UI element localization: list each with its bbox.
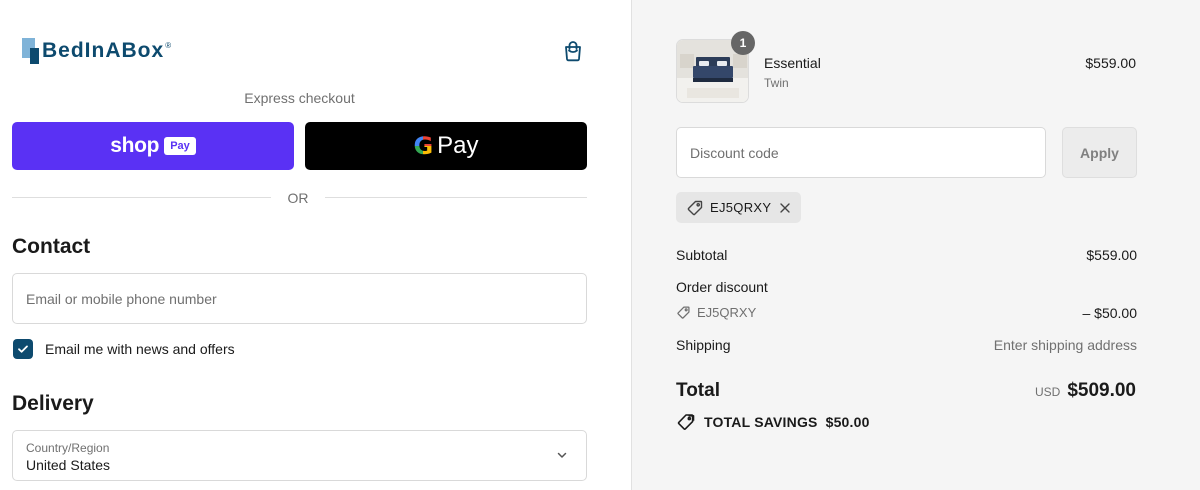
newsletter-checkbox[interactable] [13,339,33,359]
shop-pay-wordmark: shop [110,134,160,157]
product-price: $559.00 [1085,55,1136,71]
checkout-page: BedInABox ® Express checkout shop Pay G … [0,0,1200,490]
google-g-icon: G [413,132,434,160]
quantity-badge: 1 [731,31,755,55]
delivery-heading: Delivery [12,392,94,415]
order-discount-code-tag: EJ5QRXY [676,305,1137,320]
or-divider-text: OR [287,190,309,206]
contact-heading: Contact [12,235,91,258]
total-label: Total [676,380,720,401]
discount-code-input[interactable] [690,128,1032,177]
shipping-value: Enter shipping address [993,337,1137,353]
order-discount-row: Order discount [676,279,1137,295]
order-discount-value: – $50.00 [1082,305,1138,321]
tag-icon [677,306,690,319]
google-pay-label: Pay [437,132,479,159]
country-select[interactable]: Country/Region United States [12,430,587,481]
country-label: Country/Region [26,441,110,455]
savings-label: TOTAL SAVINGS [704,414,818,430]
total-currency: USD [1034,385,1061,399]
subtotal-label: Subtotal [676,247,728,263]
newsletter-label[interactable]: Email me with news and offers [45,341,235,357]
total-value: $509.00 [1067,380,1136,401]
logo-text: BedInABox [42,39,165,62]
apply-discount-button[interactable]: Apply [1062,127,1137,178]
shop-pay-badge: Pay [164,137,196,155]
order-discount-label: Order discount [676,279,768,295]
total-amount: USD $509.00 [1035,380,1136,402]
order-discount-code: EJ5QRXY [697,305,757,320]
order-discount-detail-row: EJ5QRXY – $50.00 [676,305,1138,321]
checkmark-icon [18,345,28,353]
email-input[interactable] [26,274,573,323]
email-field[interactable] [12,273,587,324]
discount-code-field[interactable] [676,127,1046,178]
express-checkout-heading: Express checkout [244,90,355,106]
checkout-form-column: BedInABox ® Express checkout shop Pay G … [0,0,631,490]
brand-logo[interactable]: BedInABox ® [22,37,171,65]
shipping-row: Shipping Enter shipping address [676,337,1137,353]
shop-pay-button[interactable]: shop Pay [12,122,294,170]
savings-value: $50.00 [825,414,870,430]
applied-discount-chip: EJ5QRXY [676,192,802,223]
google-pay-button[interactable]: G Pay [305,122,587,170]
subtotal-row: Subtotal $559.00 [676,247,1137,263]
or-divider: OR [12,190,587,206]
logo-registered-mark: ® [165,41,172,50]
shopping-bag-icon[interactable] [561,39,585,63]
product-name: Essential [764,55,821,71]
savings-tag-icon [677,414,695,430]
total-savings: TOTAL SAVINGS $50.00 [676,413,870,431]
subtotal-value: $559.00 [1086,247,1137,263]
product-variant: Twin [764,76,789,90]
applied-discount-code: EJ5QRXY [710,200,772,215]
shipping-label: Shipping [676,337,731,353]
logo-mark-icon [22,38,40,64]
chevron-down-icon [557,452,567,458]
remove-discount-icon[interactable] [779,202,791,214]
country-value: United States [26,457,111,473]
tag-icon [687,200,703,215]
newsletter-option[interactable]: Email me with news and offers [13,339,235,359]
order-summary-column: 1 Essential Twin $559.00 Apply EJ5QRXY S… [631,0,1200,490]
